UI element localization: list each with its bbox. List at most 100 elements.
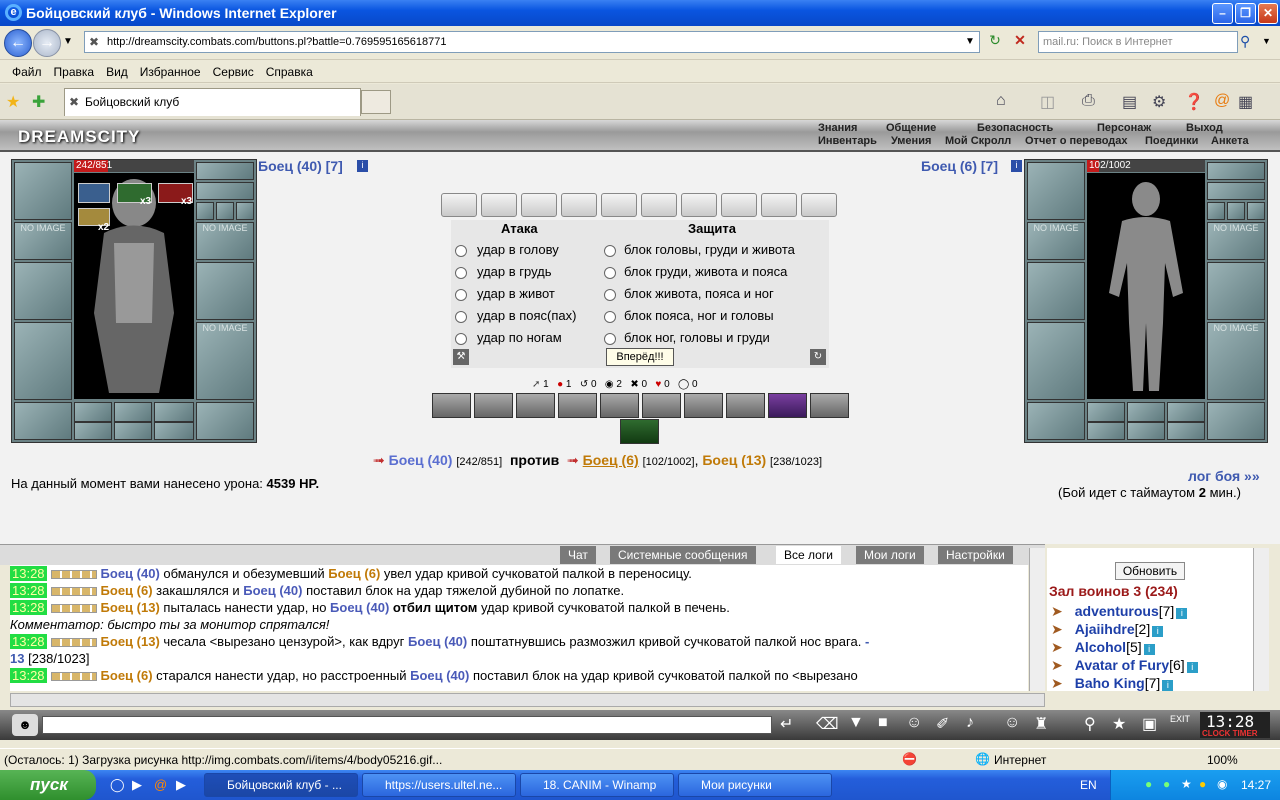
user-info-icon[interactable]: i: [1176, 608, 1188, 619]
right-player-name[interactable]: Боец (6) [7]: [921, 158, 998, 174]
right-helmet-slot[interactable]: [1027, 162, 1085, 220]
right-ring-slot-2[interactable]: [1227, 202, 1245, 220]
attack-option-legs[interactable]: удар по ногам: [455, 330, 562, 345]
nav-skills[interactable]: Умения: [891, 135, 931, 147]
player-name[interactable]: Боец (40): [243, 583, 302, 598]
address-input[interactable]: ✖ http://dreamscity.combats.com/buttons.…: [84, 31, 980, 53]
left-ring-slot-1[interactable]: [196, 202, 214, 220]
quest-icon[interactable]: ★: [1112, 714, 1126, 734]
translit-icon[interactable]: ✐: [936, 714, 949, 734]
stop-icon[interactable]: ✕: [1010, 32, 1030, 52]
menu-view[interactable]: Вид: [100, 61, 134, 79]
user-list-item[interactable]: ➤ Baho King[7] i: [1051, 675, 1251, 693]
shield-settings-icon[interactable]: ⚒: [453, 349, 469, 365]
scroll-slot-2[interactable]: [481, 193, 517, 217]
right-rune-slot-1[interactable]: [1087, 402, 1125, 422]
search-options-icon[interactable]: ▼: [1262, 36, 1271, 46]
user-list-item[interactable]: ➤ adventurous[7] i: [1051, 603, 1251, 621]
smiley-picker-icon[interactable]: ☻: [12, 714, 38, 736]
right-earring-slot[interactable]: [1207, 182, 1265, 200]
search-icon[interactable]: ⚲: [1240, 33, 1250, 50]
add-favorite-icon[interactable]: ✚: [32, 92, 45, 112]
user-list-item[interactable]: ➤ Alcohol[5] i: [1051, 639, 1251, 657]
tab-chat[interactable]: Чат: [560, 546, 596, 564]
defense-option-4[interactable]: блок пояса, ног и головы: [604, 308, 774, 323]
left-earring-slot[interactable]: [196, 182, 254, 200]
chat-message-input[interactable]: [42, 716, 772, 734]
left-rune-slot-2[interactable]: [114, 402, 152, 422]
attack-radio-belly[interactable]: [455, 288, 467, 301]
task-winamp[interactable]: 18. CANIM - Winamp: [520, 773, 674, 797]
tray-icon-3[interactable]: ★: [1181, 777, 1192, 791]
nav-communication[interactable]: Общение: [886, 122, 936, 134]
zoom-level[interactable]: 100%: [1207, 753, 1238, 767]
left-ring-slot-3[interactable]: [236, 202, 254, 220]
chat-timestamp[interactable]: 13:28: [10, 583, 47, 598]
research-icon[interactable]: ▦: [1238, 92, 1253, 112]
defense-option-1[interactable]: блок головы, груди и живота: [604, 242, 795, 257]
clear-icon[interactable]: ⌫: [816, 714, 839, 734]
private-message-icon[interactable]: ➤: [1051, 639, 1063, 655]
scroll-slot-4[interactable]: [561, 193, 597, 217]
defense-radio-5[interactable]: [604, 332, 616, 345]
attack-radio-groin[interactable]: [455, 310, 467, 323]
tab-current[interactable]: ✖ Бойцовский клуб: [64, 88, 361, 116]
quicklaunch-icon-3[interactable]: ▶: [176, 777, 186, 793]
right-belt-slot[interactable]: [1027, 402, 1085, 440]
tray-icon-1[interactable]: ●: [1145, 777, 1152, 791]
left-rune-slot-1[interactable]: [74, 402, 112, 422]
left-belt-slot[interactable]: [14, 402, 72, 440]
right-rune-slot-5[interactable]: [1127, 422, 1165, 440]
right-player-info-icon[interactable]: i: [1011, 160, 1022, 172]
left-rune-slot-6[interactable]: [154, 422, 194, 440]
close-button[interactable]: ✕: [1258, 3, 1278, 24]
task-fight-club[interactable]: Бойцовский клуб - ...: [204, 773, 358, 797]
menu-file[interactable]: Файл: [0, 61, 48, 79]
forward-button[interactable]: Вперёд!!!: [606, 348, 674, 366]
attack-option-chest[interactable]: удар в грудь: [455, 264, 552, 279]
nav-security[interactable]: Безопасность: [977, 122, 1053, 134]
nav-fights[interactable]: Поединки: [1145, 135, 1198, 147]
favorites-star-icon[interactable]: ★: [6, 92, 20, 112]
skill-slot-2[interactable]: [474, 393, 513, 418]
defense-option-2[interactable]: блок груди, живота и пояса: [604, 264, 787, 279]
quicklaunch-icon-1[interactable]: ◯: [110, 777, 125, 793]
quicklaunch-mail-icon[interactable]: @: [154, 777, 167, 792]
left-effect-icon-1[interactable]: [78, 183, 110, 203]
tab-my-logs[interactable]: Мои логи: [856, 546, 924, 564]
chat-timestamp[interactable]: 13:28: [10, 566, 47, 581]
defense-radio-1[interactable]: [604, 244, 616, 257]
nav-character[interactable]: Персонаж: [1097, 122, 1151, 134]
private-message-icon[interactable]: ➤: [1051, 621, 1063, 637]
attack-option-groin[interactable]: удар в пояс(пах): [455, 308, 576, 323]
address-dropdown-icon[interactable]: ▼: [962, 33, 978, 51]
user-list-item[interactable]: ➤ Ajaiihdre[2] i: [1051, 621, 1251, 639]
left-armor-slot[interactable]: [14, 322, 72, 400]
exit-icon[interactable]: EXIT: [1170, 714, 1190, 724]
user-name[interactable]: Baho King: [1075, 675, 1145, 691]
history-dropdown-icon[interactable]: ▼: [63, 36, 73, 47]
chat-timestamp[interactable]: 13:28: [10, 668, 47, 683]
forward-icon[interactable]: →: [33, 29, 61, 57]
chat-timestamp[interactable]: 13:28: [10, 600, 47, 615]
defense-option-5[interactable]: блок ног, головы и груди: [604, 330, 770, 345]
nav-exit[interactable]: Выход: [1186, 122, 1223, 134]
menu-tools[interactable]: Сервис: [207, 61, 260, 79]
save-log-icon[interactable]: ■: [878, 714, 888, 732]
right-ring-slot-3[interactable]: [1247, 202, 1265, 220]
left-boots-slot[interactable]: [196, 402, 254, 440]
player-name[interactable]: Боец (40): [330, 600, 389, 615]
right-rune-slot-3[interactable]: [1167, 402, 1205, 422]
tab-all-logs[interactable]: Все логи: [776, 546, 841, 564]
user-name[interactable]: Avatar of Fury: [1075, 657, 1169, 673]
skill-slot-11[interactable]: [620, 419, 659, 444]
left-shield-slot[interactable]: [196, 262, 254, 320]
attack-radio-chest[interactable]: [455, 266, 467, 279]
user-info-icon[interactable]: i: [1162, 680, 1174, 691]
language-indicator[interactable]: EN: [1080, 778, 1097, 792]
nav-transfers[interactable]: Отчет о переводах: [1025, 135, 1128, 147]
attack-option-belly[interactable]: удар в живот: [455, 286, 555, 301]
back-icon[interactable]: ←: [4, 29, 32, 57]
tab-settings[interactable]: Настройки: [938, 546, 1013, 564]
defense-radio-3[interactable]: [604, 288, 616, 301]
